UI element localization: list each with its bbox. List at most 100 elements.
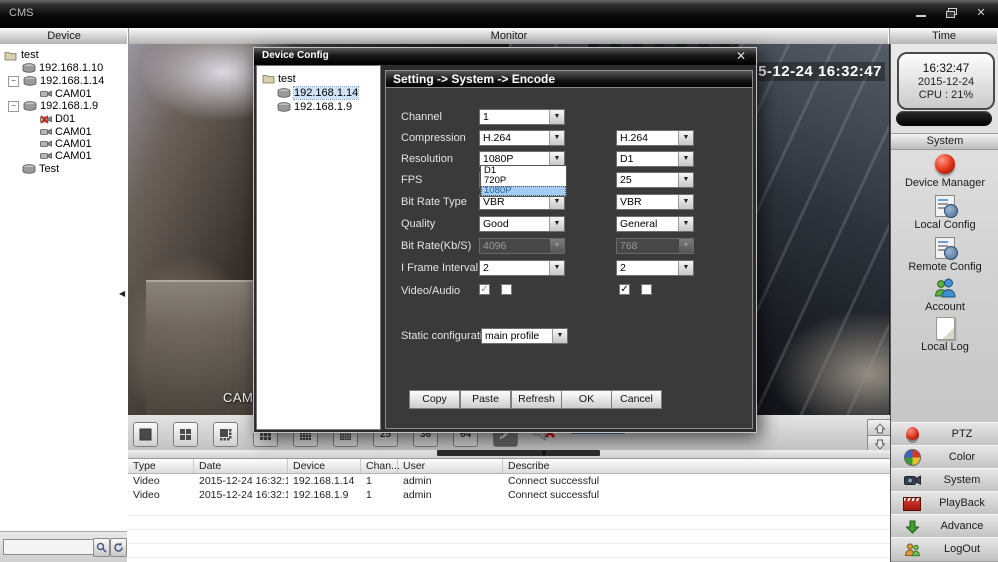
tab-monitor[interactable]: Monitor (129, 28, 890, 44)
window-title: CMS (9, 7, 33, 19)
column-header[interactable]: Device (288, 459, 361, 473)
minimize-button[interactable] (912, 6, 930, 19)
dialog-tree-item-selected[interactable]: 192.168.1.14 (277, 86, 358, 99)
tree-item[interactable]: − 192.168.1.9 (8, 100, 98, 112)
column-header[interactable]: Chan... (361, 459, 398, 473)
form-row-resolution: Resolution 1080P▼ D1▼ (401, 151, 746, 167)
log-table: Type Date Device Chan... User Describe V… (128, 458, 890, 562)
channel-select[interactable]: 1▼ (479, 109, 565, 125)
ok-button[interactable]: OK (561, 390, 612, 409)
logout-button[interactable]: LogOut (891, 537, 998, 562)
video-checkbox-2[interactable]: ✓ (619, 284, 630, 295)
column-header[interactable]: User (398, 459, 503, 473)
audio-checkbox-2[interactable] (641, 284, 652, 295)
audio-checkbox[interactable] (501, 284, 512, 295)
tree-item[interactable]: − 192.168.1.14 (8, 75, 104, 87)
table-row[interactable]: Video 2015-12-24 16:32:10 192.168.1.9 1 … (128, 488, 890, 502)
cms-window: CMS ✕ Device Monitor Time test 192.168.1… (0, 0, 998, 562)
ptz-icon (903, 426, 921, 443)
profile-select[interactable]: main profile▼ (481, 328, 568, 344)
tree-item[interactable]: D01 (40, 113, 75, 125)
chevron-down-icon: ▼ (549, 131, 564, 145)
account-icon (933, 276, 958, 300)
dropdown-option-selected[interactable]: 1080P (481, 186, 566, 196)
ptz-button[interactable]: PTZ (891, 422, 998, 447)
tool-local-config[interactable]: Local Config (891, 194, 998, 232)
form-row-channel: Channel 1▼ (401, 109, 746, 125)
dialog-tree-root[interactable]: test (262, 72, 296, 85)
form-row-quality: Quality Good▼ General▼ (401, 216, 746, 232)
column-header[interactable]: Describe (503, 459, 890, 473)
tool-device-manager[interactable]: Device Manager (891, 152, 998, 190)
fps-select-2[interactable]: 25▼ (616, 172, 694, 188)
split-1-button[interactable] (133, 422, 158, 447)
device-manager-icon (933, 152, 958, 176)
refresh-button[interactable] (110, 538, 127, 557)
bitrate-type-select-2[interactable]: VBR▼ (616, 194, 694, 210)
column-header[interactable]: Type (128, 459, 194, 473)
advance-button[interactable]: Advance (891, 514, 998, 539)
column-header[interactable]: Date (194, 459, 288, 473)
compression-select-2[interactable]: H.264▼ (616, 130, 694, 146)
paste-button[interactable]: Paste (460, 390, 511, 409)
iframe-interval-select[interactable]: 2▼ (479, 260, 565, 276)
tool-local-log[interactable]: Local Log (891, 316, 998, 354)
refresh-button[interactable]: Refresh (511, 390, 562, 409)
tool-account[interactable]: Account (891, 276, 998, 314)
resolution-select-2[interactable]: D1▼ (616, 151, 694, 167)
quality-select-2[interactable]: General▼ (616, 216, 694, 232)
dialog-tree-item[interactable]: 192.168.1.9 (277, 100, 352, 113)
search-icon (96, 542, 107, 553)
table-row[interactable]: Video 2015-12-24 16:32:12 192.168.1.14 1… (128, 474, 890, 488)
tree-root-label: test (21, 49, 39, 61)
tree-item[interactable]: 192.168.1.10 (22, 62, 103, 74)
form-row-video-audio: Video/Audio ✓ ✓ (401, 283, 746, 299)
collapse-box[interactable]: − (8, 76, 19, 87)
split-4-button[interactable] (173, 422, 198, 447)
tree-item[interactable]: CAM01 (40, 88, 92, 100)
search-button[interactable] (93, 538, 110, 557)
menu-bar: Device Monitor Time (0, 28, 998, 45)
cancel-button[interactable]: Cancel (611, 390, 662, 409)
color-button[interactable]: Color (891, 445, 998, 470)
form-row-iframe-interval: I Frame Interval 2▼ 2▼ (401, 260, 746, 276)
tree-item[interactable]: CAM01 (40, 126, 92, 138)
compression-select[interactable]: H.264▼ (479, 130, 565, 146)
tree-root[interactable]: test (4, 49, 39, 61)
chevron-down-icon: ▼ (678, 131, 693, 145)
tree-item[interactable]: Test (22, 163, 59, 175)
tab-time[interactable]: Time (890, 28, 998, 44)
chevron-down-icon: ▼ (678, 152, 693, 166)
device-icon (23, 101, 37, 111)
bitrate-select-2-disabled: 768▼ (616, 238, 694, 254)
search-input[interactable] (3, 539, 95, 555)
form-row-fps: FPS ▼ 25▼ (401, 172, 746, 188)
dialog-title-bar[interactable]: Device Config ✕ (254, 48, 756, 65)
cpu-usage: CPU : 21% (919, 89, 973, 101)
playback-button[interactable]: PlayBack (891, 491, 998, 516)
splitter-thumb[interactable] (437, 450, 600, 456)
title-bar: CMS ✕ (0, 0, 998, 29)
tool-remote-config[interactable]: Remote Config (891, 236, 998, 274)
copy-button[interactable]: Copy (409, 390, 460, 409)
log-table-header: Type Date Device Chan... User Describe (128, 459, 890, 474)
quality-select[interactable]: Good▼ (479, 216, 565, 232)
device-icon (277, 88, 291, 98)
playback-icon (903, 495, 921, 512)
video-checkbox-disabled: ✓ (479, 284, 490, 295)
tab-device[interactable]: Device (0, 28, 129, 44)
close-button[interactable]: ✕ (972, 6, 990, 19)
device-icon (277, 102, 291, 112)
tree-item[interactable]: CAM01 (40, 138, 92, 150)
dialog-close-button[interactable]: ✕ (736, 49, 746, 63)
arrow-up-icon (874, 423, 886, 434)
iframe-interval-select-2[interactable]: 2▼ (616, 260, 694, 276)
maximize-button[interactable] (942, 6, 960, 19)
split-8-button[interactable] (213, 422, 238, 447)
system-button[interactable]: System (891, 468, 998, 493)
panel-splitter[interactable]: ▼ (128, 450, 890, 458)
tree-item[interactable]: CAM01 (40, 150, 92, 162)
collapse-panel-arrow[interactable]: ◀ (119, 289, 125, 298)
collapse-box[interactable]: − (8, 101, 19, 112)
chevron-down-icon: ▼ (549, 195, 564, 209)
